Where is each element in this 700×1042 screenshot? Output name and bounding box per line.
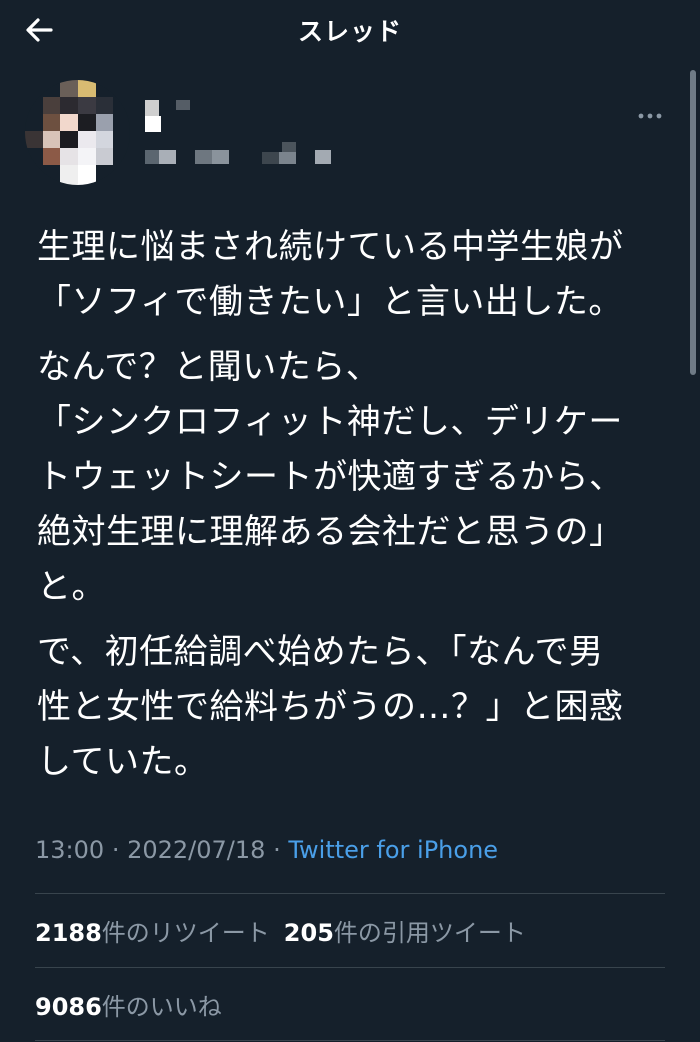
scrollbar[interactable] [690,70,696,375]
avatar[interactable] [25,80,130,185]
likes-label: 件のいいね [101,993,222,1021]
tweet-source-link[interactable]: Twitter for iPhone [288,836,498,864]
tweet-paragraph-1: 生理に悩まされ続けている中学生娘が 「ソフィで働きたい」と言い出した。 [37,227,624,322]
likes-count: 9086 [35,993,102,1021]
tweet-paragraph-2: なんで？と聞いたら、 「シンクロフィット神だし、デリケー トウェットシートが快適… [37,347,624,607]
likes-stat[interactable]: 9086件のいいね [35,987,222,1022]
tweet-meta: 13:00 · 2022/07/18 · Twitter for iPhone [35,836,498,864]
more-horizontal-icon[interactable] [636,106,666,126]
quotes-count: 205 [283,919,334,947]
quotes-label: 件の引用ツイート [333,919,526,947]
page-title: スレッド [297,17,402,46]
meta-separator: · [111,836,120,864]
meta-separator: · [273,836,281,864]
tweet-paragraph-3: で、初任給調べ始めたら、「なんで男 性と女性で給料ちがうの…？」と困惑 していた… [37,632,624,782]
tweet-date: 2022/07/18 [127,836,266,864]
stats-row-likes: 9086件のいいね [35,987,236,1022]
stats-row-retweets: 2188件のリツイート 205件の引用ツイート [35,913,540,948]
retweets-label: 件のリツイート [101,919,270,947]
user-name[interactable] [140,95,340,174]
retweets-stat[interactable]: 2188件のリツイート [35,913,270,948]
retweets-count: 2188 [35,919,102,947]
quotes-stat[interactable]: 205件の引用ツイート [284,913,526,948]
divider [35,893,665,894]
tweet-time: 13:00 [35,836,105,864]
divider [35,1040,665,1041]
top-bar: スレッド [0,0,700,60]
tweet-text: 生理に悩まされ続けている中学生娘が 「ソフィで働きたい」と言い出した。 なんで？… [37,220,677,800]
divider [35,967,665,968]
